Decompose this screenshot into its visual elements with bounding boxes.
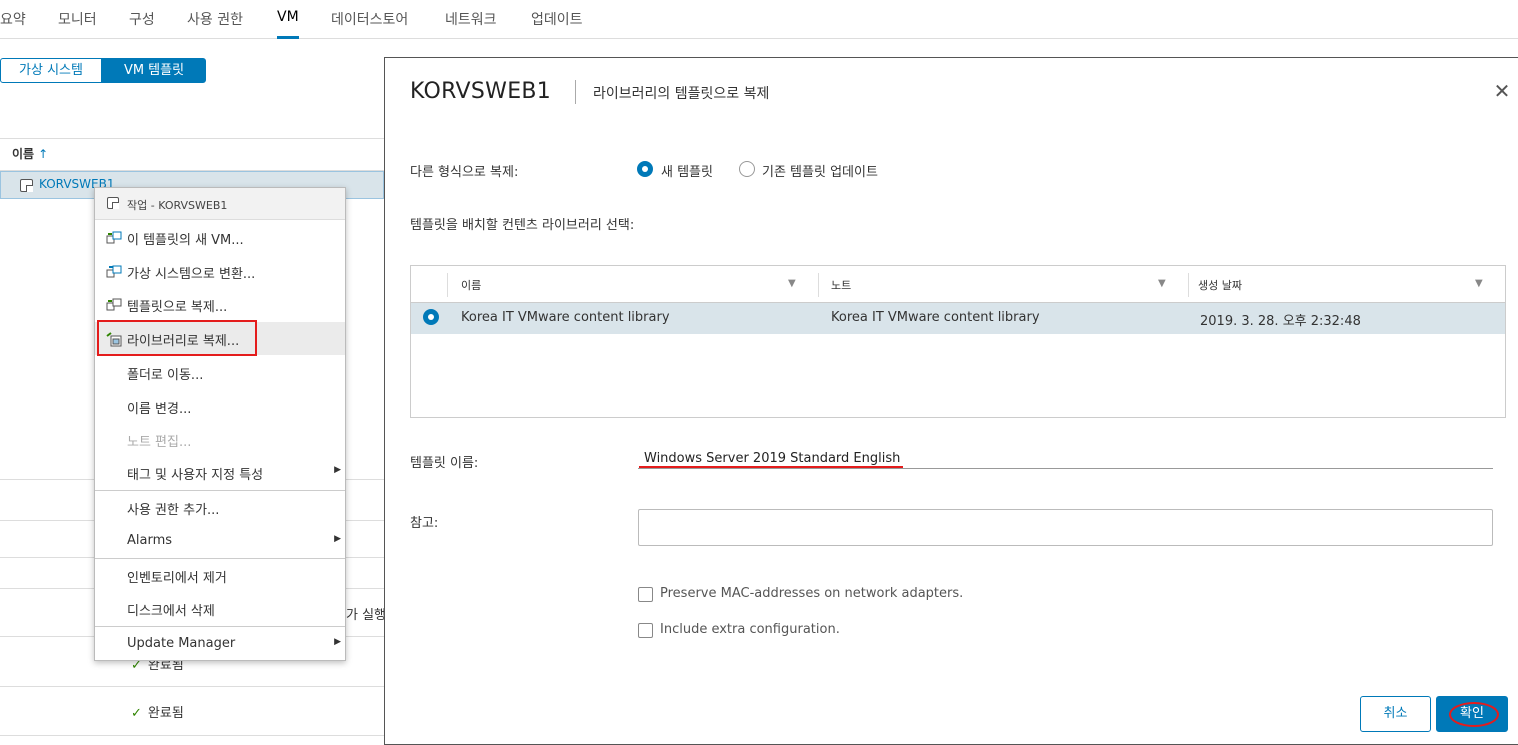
vm-templates-toggle[interactable]: VM 템플릿 [102, 58, 206, 83]
task-status-completed: ✓ 완료됨 [131, 702, 184, 721]
sort-ascending-icon: ↑ [38, 147, 49, 161]
menu-item-label: Alarms [127, 533, 173, 548]
menu-item-label: 인벤토리에서 제거 [127, 571, 227, 586]
annotation-circle [1449, 702, 1499, 727]
status-label: 완료됨 [147, 706, 184, 721]
truncated-status-text: 가 실행 [346, 608, 384, 623]
context-menu-title: 작업 - KORVSWEB1 [127, 199, 228, 212]
filter-icon[interactable]: ▼ [788, 278, 796, 289]
template-name-input-underline [638, 468, 1493, 469]
menu-item-clone-to-template[interactable]: 템플릿으로 복제... [95, 288, 345, 321]
menu-item-edit-notes: 노트 편집... [95, 423, 345, 456]
tab-permissions[interactable]: 사용 권한 [187, 9, 243, 39]
close-icon[interactable]: ✕ [1493, 81, 1511, 101]
preserve-mac-checkbox[interactable] [638, 587, 653, 602]
convert-to-vm-icon [106, 265, 122, 278]
tab-networks[interactable]: 네트워크 [445, 9, 497, 39]
column-divider [1188, 273, 1189, 297]
library-name-cell: Korea IT VMware content library [461, 310, 670, 325]
preserve-mac-label: Preserve MAC-addresses on network adapte… [660, 586, 964, 601]
menu-item-add-permission[interactable]: 사용 권한 추가... [95, 491, 345, 524]
column-divider [447, 273, 448, 297]
dialog-subtitle: 라이브러리의 템플릿으로 복제 [593, 86, 770, 102]
menu-separator [95, 626, 345, 627]
update-existing-template-label: 기존 템플릿 업데이트 [762, 165, 878, 180]
column-divider [818, 273, 819, 297]
library-select-label: 템플릿을 배치할 컨텐츠 라이브러리 선택: [410, 218, 635, 233]
menu-item-label: 사용 권한 추가... [127, 503, 220, 518]
library-row-selected[interactable]: Korea IT VMware content library Korea IT… [411, 303, 1505, 334]
menu-item-remove-from-inventory[interactable]: 인벤토리에서 제거 [95, 559, 345, 592]
menu-item-label: 이 템플릿의 새 VM... [127, 233, 244, 248]
grid-header: 이름 ▼ 노트 ▼ 생성 날짜 ▼ [411, 266, 1505, 303]
list-divider [0, 686, 384, 687]
tab-monitor[interactable]: 모니터 [58, 9, 97, 39]
name-column-label: 이름 [12, 147, 35, 161]
update-existing-template-radio[interactable] [739, 161, 755, 177]
menu-item-delete-from-disk[interactable]: 디스크에서 삭제 [95, 592, 345, 625]
submenu-arrow-icon: ▶ [334, 465, 341, 475]
top-tab-bar: 요약 모니터 구성 사용 권한 VM 데이터스토어 네트워크 업데이트 [0, 0, 1518, 39]
filter-icon[interactable]: ▼ [1475, 278, 1483, 289]
library-notes-cell: Korea IT VMware content library [831, 310, 1040, 325]
include-extra-config-checkbox[interactable] [638, 623, 653, 638]
list-divider [0, 735, 384, 736]
notes-textarea[interactable] [638, 509, 1493, 546]
tab-configure[interactable]: 구성 [129, 9, 155, 39]
filter-icon[interactable]: ▼ [1158, 278, 1166, 289]
title-divider [575, 80, 576, 104]
template-name-label: 템플릿 이름: [410, 456, 479, 471]
menu-item-tags-custom-attributes[interactable]: 태그 및 사용자 지정 특성 ▶ [95, 456, 345, 489]
clone-to-template-icon [106, 298, 122, 311]
new-template-radio[interactable] [637, 161, 653, 177]
library-created-cell: 2019. 3. 28. 오후 2:32:48 [1200, 314, 1361, 329]
name-column-header[interactable]: 이름 ↑ [12, 145, 48, 162]
tab-datastores[interactable]: 데이터스토어 [331, 9, 408, 39]
menu-item-label: 디스크에서 삭제 [127, 604, 215, 619]
menu-item-label: 폴더로 이동... [127, 368, 204, 383]
new-template-label: 새 템플릿 [661, 165, 713, 180]
menu-item-label: 가상 시스템으로 변환... [127, 267, 256, 282]
actions-context-menu: 작업 - KORVSWEB1 이 템플릿의 새 VM... 가상 시스템으로 변… [94, 187, 346, 661]
vm-template-icon [20, 179, 33, 192]
tab-updates[interactable]: 업데이트 [531, 9, 583, 39]
menu-item-label: 태그 및 사용자 지정 특성 [127, 468, 264, 483]
content-library-grid: 이름 ▼ 노트 ▼ 생성 날짜 ▼ Korea IT VMware conten… [410, 265, 1506, 418]
submenu-arrow-icon: ▶ [334, 534, 341, 544]
vm-template-icon [107, 197, 119, 209]
template-name-input[interactable]: Windows Server 2019 Standard English [644, 451, 900, 466]
menu-item-label: Update Manager [127, 636, 236, 651]
cancel-button[interactable]: 취소 [1360, 696, 1431, 732]
clone-to-library-dialog: KORVSWEB1 라이브러리의 템플릿으로 복제 ✕ 다른 형식으로 복제: … [384, 57, 1518, 745]
annotation-highlight-box [97, 320, 257, 356]
column-header-name[interactable]: 이름 [461, 277, 481, 293]
menu-item-move-to-folder[interactable]: 폴더로 이동... [95, 356, 345, 389]
menu-item-label: 이름 변경... [127, 402, 192, 417]
menu-item-new-vm-from-template[interactable]: 이 템플릿의 새 VM... [95, 221, 345, 254]
submenu-arrow-icon: ▶ [334, 637, 341, 647]
menu-item-rename[interactable]: 이름 변경... [95, 390, 345, 423]
context-menu-header: 작업 - KORVSWEB1 [95, 188, 345, 220]
virtual-machines-toggle[interactable]: 가상 시스템 [0, 58, 102, 83]
menu-item-convert-to-vm[interactable]: 가상 시스템으로 변환... [95, 255, 345, 288]
dialog-title: KORVSWEB1 [410, 79, 552, 104]
tab-summary[interactable]: 요약 [0, 9, 26, 39]
column-header-notes[interactable]: 노트 [831, 277, 851, 293]
menu-item-label: 템플릿으로 복제... [127, 300, 228, 315]
menu-item-label: 노트 편집... [127, 435, 192, 450]
menu-item-alarms[interactable]: Alarms ▶ [95, 525, 345, 558]
check-icon: ✓ [131, 706, 142, 721]
clone-as-label: 다른 형식으로 복제: [410, 165, 519, 180]
tab-vms[interactable]: VM [277, 9, 299, 39]
annotation-underline [639, 466, 903, 468]
menu-item-update-manager[interactable]: Update Manager ▶ [95, 628, 345, 661]
list-top-border [0, 138, 384, 139]
include-extra-config-label: Include extra configuration. [660, 622, 840, 637]
column-header-created[interactable]: 생성 날짜 [1198, 277, 1242, 293]
notes-label: 참고: [410, 516, 439, 531]
library-row-radio[interactable] [423, 309, 439, 325]
new-vm-from-template-icon [106, 231, 122, 244]
